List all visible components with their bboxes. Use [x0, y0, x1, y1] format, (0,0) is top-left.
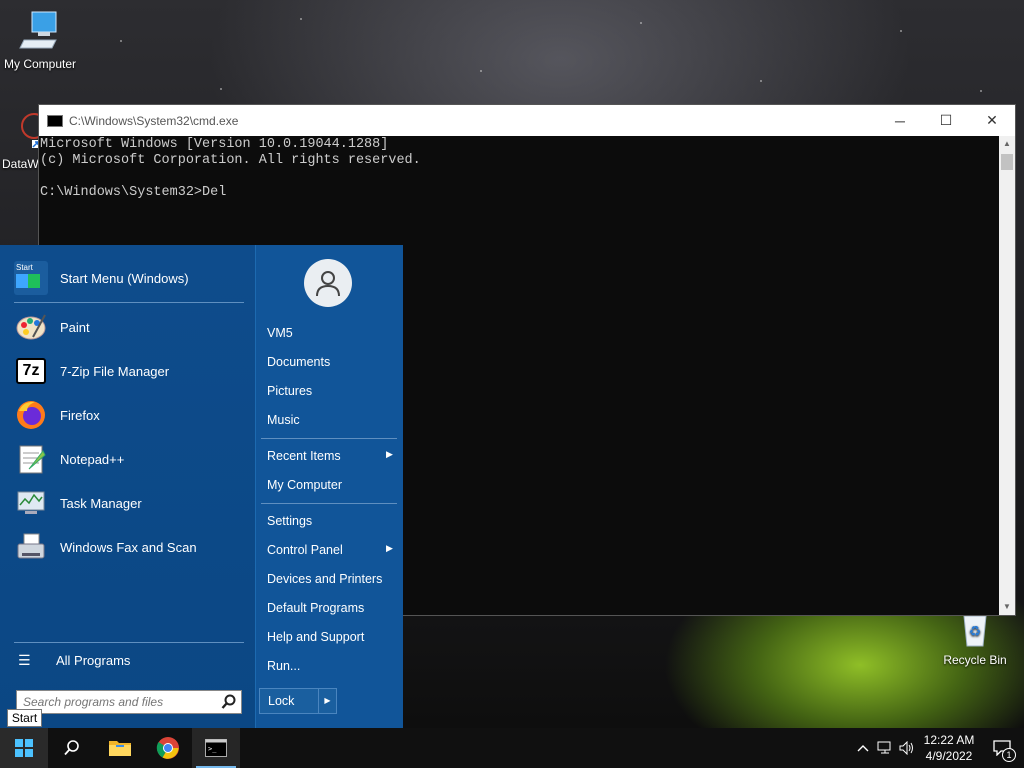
- program-item-paint[interactable]: Paint: [14, 307, 246, 347]
- lock-button[interactable]: Lock ▶: [259, 688, 337, 714]
- separator: [261, 503, 397, 504]
- taskbar-file-explorer[interactable]: [96, 728, 144, 768]
- maximize-button[interactable]: ☐: [923, 105, 969, 136]
- start-tooltip: Start: [7, 709, 42, 727]
- network-icon[interactable]: [874, 728, 896, 768]
- cmd-window-title: C:\Windows\System32\cmd.exe: [69, 113, 239, 128]
- program-item-notepadpp[interactable]: Notepad++: [14, 439, 246, 479]
- start-menu-places-pane: VM5 Documents Pictures Music Recent Item…: [255, 245, 403, 728]
- start-button[interactable]: [0, 728, 48, 768]
- program-item-7zip[interactable]: 7z 7-Zip File Manager: [14, 351, 246, 391]
- places-item-pictures[interactable]: Pictures: [267, 384, 312, 398]
- places-item-default-programs[interactable]: Default Programs: [267, 601, 364, 615]
- close-button[interactable]: ✕: [969, 105, 1015, 136]
- console-line: (c) Microsoft Corporation. All rights re…: [40, 153, 421, 168]
- program-label: Windows Fax and Scan: [60, 539, 197, 555]
- taskbar-chrome[interactable]: [144, 728, 192, 768]
- notification-badge: 1: [1002, 748, 1016, 762]
- user-icon: [316, 271, 340, 297]
- app-shortcut-icon: [21, 113, 47, 148]
- program-label: Firefox: [60, 407, 100, 423]
- program-item-task-manager[interactable]: Task Manager: [14, 483, 246, 523]
- desktop-icon-label: Recycle Bin: [943, 653, 1007, 667]
- program-label: 7-Zip File Manager: [60, 363, 170, 379]
- places-item-label: Control Panel: [267, 543, 343, 557]
- program-label: Paint: [60, 319, 90, 335]
- scroll-thumb[interactable]: [1001, 154, 1013, 170]
- all-programs-label: All Programs: [56, 652, 131, 668]
- system-tray: 12:22 AM 4/9/2022 1: [852, 728, 1024, 768]
- folder-icon: [109, 741, 131, 756]
- lock-options-arrow-icon[interactable]: ▶: [318, 689, 336, 713]
- separator: [14, 302, 244, 303]
- recycle-bin-icon: ♻: [963, 615, 987, 647]
- search-input[interactable]: [17, 691, 213, 713]
- separator: [261, 438, 397, 439]
- search-box[interactable]: [16, 690, 242, 714]
- chrome-icon: [156, 737, 179, 759]
- start-menu-windows-icon: Start: [14, 261, 48, 295]
- cmd-app-icon: [47, 114, 63, 127]
- volume-icon[interactable]: [896, 728, 918, 768]
- places-item-label: Recent Items: [267, 449, 341, 463]
- start-menu-header-label: Start Menu (Windows): [60, 270, 189, 286]
- places-item-devices-printers[interactable]: Devices and Printers: [267, 572, 382, 586]
- cmd-icon: >_: [205, 739, 227, 757]
- avatar[interactable]: [304, 259, 352, 307]
- svg-text:>_: >_: [208, 745, 217, 753]
- places-item-my-computer[interactable]: My Computer: [267, 478, 342, 492]
- start-menu-header-item[interactable]: Start Start Menu (Windows): [14, 258, 246, 298]
- places-item-recent-items[interactable]: Recent Items ▶: [267, 449, 397, 463]
- task-manager-icon: [14, 486, 48, 520]
- all-programs-button[interactable]: ☰ All Programs: [14, 640, 246, 680]
- console-line: Microsoft Windows [Version 10.0.19044.12…: [40, 137, 389, 152]
- start-menu: Start Start Menu (Windows) Paint 7z 7-Zi…: [0, 245, 403, 728]
- taskbar-clock[interactable]: 12:22 AM 4/9/2022: [918, 732, 980, 764]
- console-prompt-line: C:\Windows\System32>Del: [40, 185, 227, 200]
- cmd-titlebar[interactable]: C:\Windows\System32\cmd.exe ─ ☐ ✕: [39, 105, 1015, 136]
- taskbar-cmd[interactable]: >_: [192, 728, 240, 768]
- windows-logo-icon: [15, 739, 33, 757]
- places-item-help-support[interactable]: Help and Support: [267, 630, 364, 644]
- chevron-up-icon[interactable]: [852, 728, 874, 768]
- desktop-icon-my-computer[interactable]: My Computer: [0, 8, 80, 71]
- places-item-settings[interactable]: Settings: [267, 514, 312, 528]
- clock-time: 12:22 AM: [923, 733, 975, 747]
- paint-icon: [14, 310, 48, 344]
- program-label: Task Manager: [60, 495, 142, 511]
- lock-button-label: Lock: [268, 694, 295, 708]
- monitor-icon: [19, 11, 57, 49]
- start-menu-programs-pane: Start Start Menu (Windows) Paint 7z 7-Zi…: [0, 245, 255, 728]
- desktop-icon-recycle-bin[interactable]: ♻ Recycle Bin: [935, 612, 1015, 667]
- taskbar: >_ 12:22 AM 4/9/2022 1: [0, 728, 1024, 768]
- scroll-up-arrow-icon[interactable]: ▲: [999, 136, 1015, 152]
- submenu-arrow-icon: ▶: [386, 543, 393, 553]
- fax-icon: [14, 530, 48, 564]
- 7zip-icon: 7z: [16, 358, 46, 384]
- list-icon: ☰: [18, 651, 31, 668]
- places-item-documents[interactable]: Documents: [267, 355, 330, 369]
- svg-text:♻: ♻: [969, 624, 982, 640]
- search-icon: [64, 740, 79, 756]
- notepadpp-icon: [14, 442, 48, 476]
- start-icon-text: Start: [16, 263, 33, 272]
- submenu-arrow-icon: ▶: [386, 449, 393, 459]
- vertical-scrollbar[interactable]: ▲ ▼: [999, 136, 1015, 615]
- taskbar-search-button[interactable]: [48, 728, 96, 768]
- places-item-music[interactable]: Music: [267, 413, 300, 427]
- program-item-fax-scan[interactable]: Windows Fax and Scan: [14, 527, 246, 567]
- program-item-firefox[interactable]: Firefox: [14, 395, 246, 435]
- minimize-button[interactable]: ─: [877, 105, 923, 136]
- desktop-icon-label: My Computer: [3, 57, 77, 71]
- notification-center-button[interactable]: 1: [980, 728, 1024, 768]
- places-item-run[interactable]: Run...: [267, 659, 300, 673]
- places-item-control-panel[interactable]: Control Panel ▶: [267, 543, 397, 557]
- firefox-icon: [14, 398, 48, 432]
- clock-date: 4/9/2022: [925, 749, 973, 763]
- search-icon[interactable]: [221, 694, 237, 710]
- scroll-down-arrow-icon[interactable]: ▼: [999, 599, 1015, 615]
- places-item-user[interactable]: VM5: [267, 326, 293, 340]
- program-label: Notepad++: [60, 451, 125, 467]
